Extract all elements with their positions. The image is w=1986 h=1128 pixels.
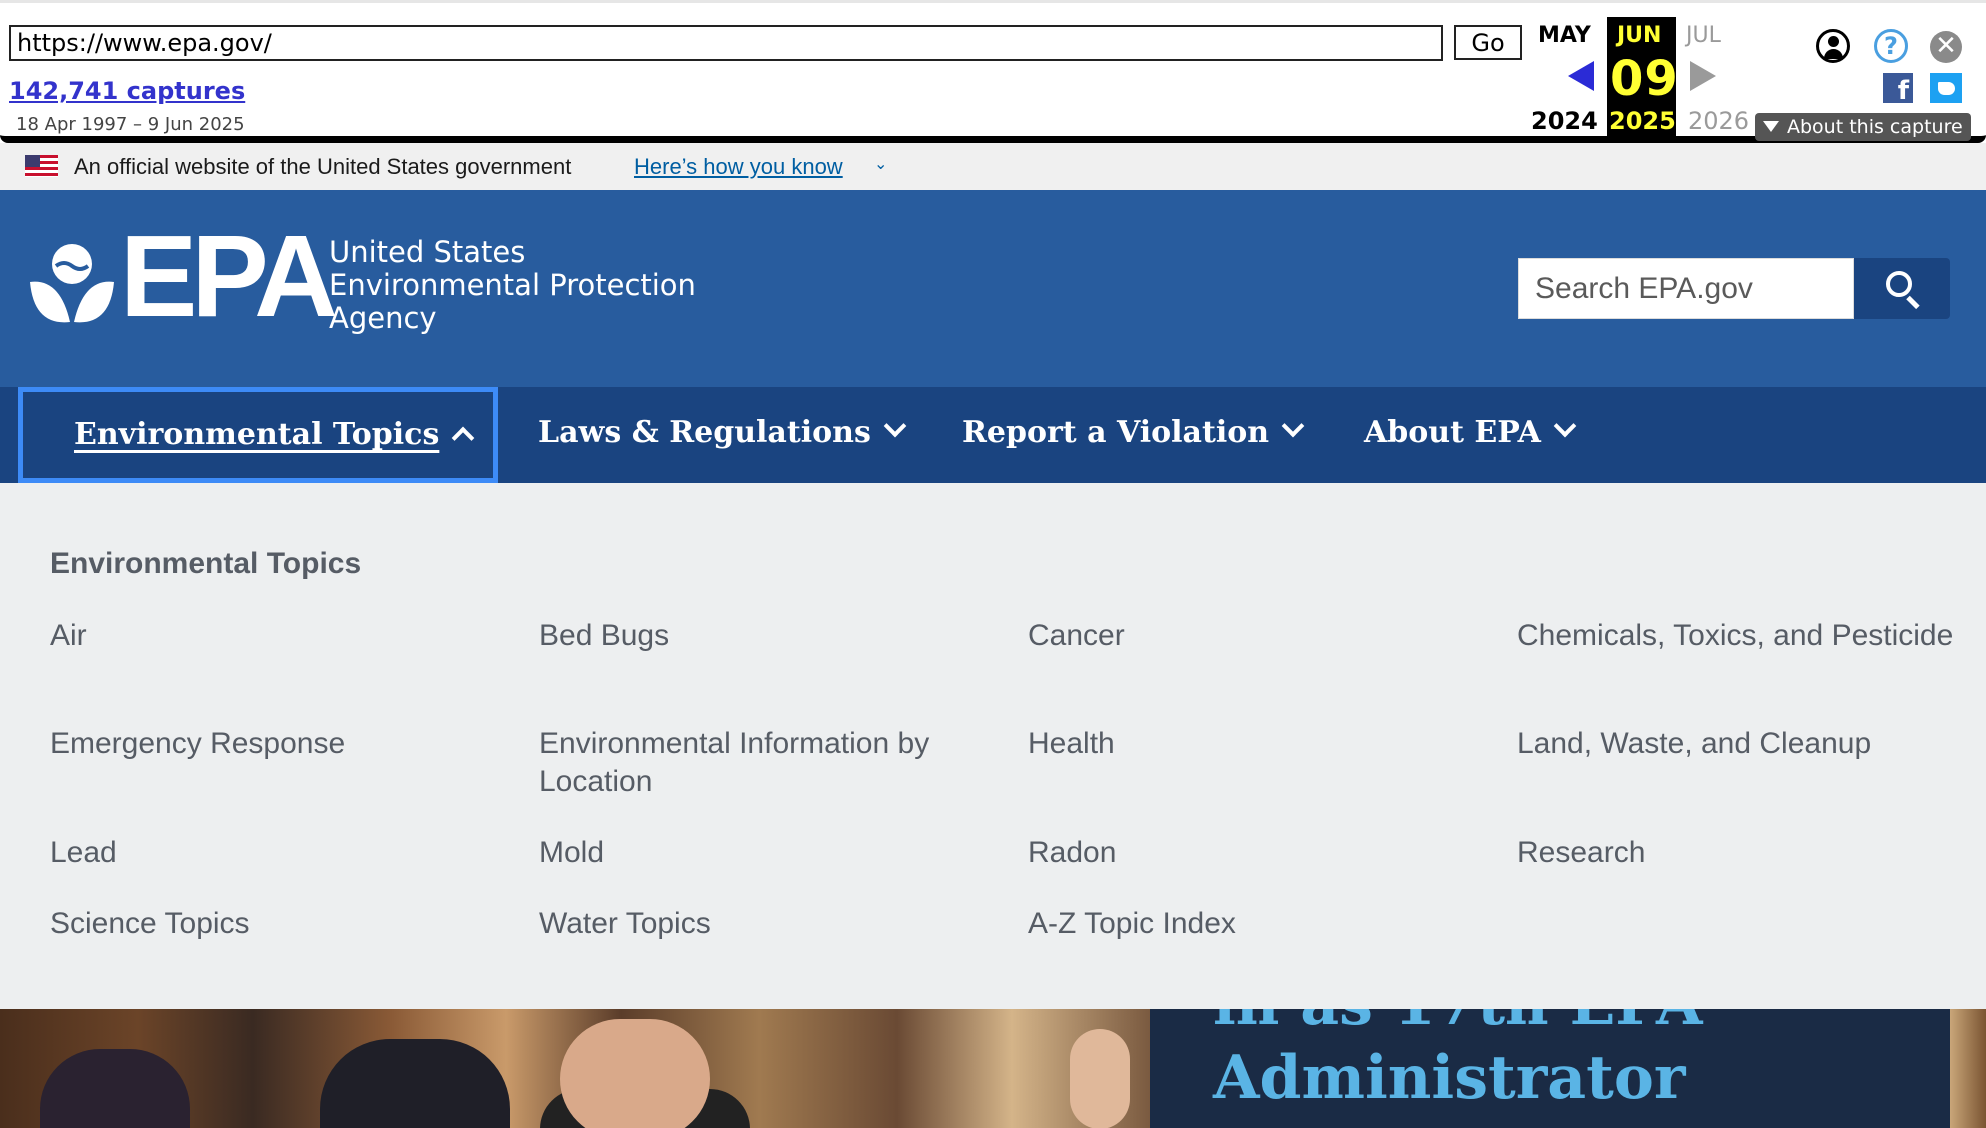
menu-link-a-z-index[interactable]: A-Z Topic Index xyxy=(1028,905,1468,943)
menu-link-health[interactable]: Health xyxy=(1028,725,1468,763)
agency-name[interactable]: United States Environmental Protection A… xyxy=(329,236,696,335)
wayback-next-month[interactable]: JUL xyxy=(1686,23,1721,48)
facebook-icon[interactable]: f xyxy=(1883,73,1913,103)
epa-logo-text[interactable]: EPA xyxy=(120,218,338,334)
search-input[interactable] xyxy=(1518,258,1854,319)
search-icon-handle xyxy=(1906,295,1920,310)
agency-name-line-3: Agency xyxy=(329,301,437,335)
nav-report-violation[interactable]: Report a Violation xyxy=(962,387,1305,483)
menu-title: Environmental Topics xyxy=(50,547,362,580)
wayback-date-range: 18 Apr 1997 – 9 Jun 2025 xyxy=(16,114,245,135)
close-icon[interactable]: ✕ xyxy=(1930,31,1962,63)
hero-photo-figure xyxy=(560,1019,710,1128)
hero-title[interactable]: in as 17th EPA Administrator xyxy=(1213,1009,1703,1115)
chevron-down-icon xyxy=(883,414,907,438)
nav-item-label: Environmental Topics xyxy=(74,417,440,452)
menu-link-land-waste-cleanup[interactable]: Land, Waste, and Cleanup xyxy=(1517,725,1957,763)
chevron-down-icon[interactable]: ⌄ xyxy=(874,154,887,174)
wayback-current-day: 09 xyxy=(1610,51,1679,107)
nav-item-label: About EPA xyxy=(1364,415,1541,450)
wayback-go-button[interactable]: Go xyxy=(1454,25,1522,60)
menu-link-science-topics[interactable]: Science Topics xyxy=(50,905,490,943)
menu-link-mold[interactable]: Mold xyxy=(539,834,979,872)
heres-how-you-know-link[interactable]: Here’s how you know xyxy=(634,154,843,180)
about-capture-button[interactable]: About this capture xyxy=(1755,113,1971,141)
hero-photo xyxy=(0,1009,1150,1128)
help-icon[interactable]: ? xyxy=(1874,29,1908,63)
wayback-captures-link[interactable]: 142,741 captures xyxy=(9,77,245,105)
environmental-topics-menu: Environmental Topics Air Bed Bugs Cancer… xyxy=(0,483,1986,1009)
chevron-up-icon xyxy=(452,426,475,450)
hero-title-line-1: in as 17th EPA xyxy=(1213,1009,1703,1041)
wayback-current-month: JUN xyxy=(1617,23,1662,48)
menu-link-chemicals[interactable]: Chemicals, Toxics, and Pesticide xyxy=(1517,617,1957,655)
hero-title-line-2: Administrator xyxy=(1213,1043,1686,1113)
menu-link-emergency-response[interactable]: Emergency Response xyxy=(50,725,490,763)
wayback-prev-month[interactable]: MAY xyxy=(1538,23,1591,48)
triangle-down-icon xyxy=(1763,121,1779,132)
gov-banner-text: An official website of the United States… xyxy=(74,154,572,179)
hero-photo-figure xyxy=(320,1039,510,1128)
chevron-down-icon xyxy=(1553,414,1577,438)
epa-flower-logo-icon[interactable] xyxy=(26,242,118,334)
menu-link-cancer[interactable]: Cancer xyxy=(1028,617,1468,655)
us-flag-icon xyxy=(25,155,58,177)
wayback-prev-arrow-icon[interactable] xyxy=(1568,61,1594,91)
agency-name-line-1: United States xyxy=(329,235,526,269)
menu-link-radon[interactable]: Radon xyxy=(1028,834,1468,872)
wayback-prev-year[interactable]: 2024 xyxy=(1531,107,1598,135)
menu-link-bed-bugs[interactable]: Bed Bugs xyxy=(539,617,979,655)
nav-environmental-topics[interactable]: Environmental Topics xyxy=(18,387,498,483)
about-capture-label: About this capture xyxy=(1787,116,1963,138)
nav-item-label: Laws & Regulations xyxy=(538,415,871,450)
menu-link-environmental-information[interactable]: Environmental Information by Location xyxy=(539,725,979,801)
wayback-next-arrow-icon[interactable] xyxy=(1690,61,1716,91)
menu-link-research[interactable]: Research xyxy=(1517,834,1957,872)
chevron-down-icon xyxy=(1281,414,1305,438)
twitter-icon[interactable] xyxy=(1930,73,1962,103)
wayback-toolbar: Go 142,741 captures 18 Apr 1997 – 9 Jun … xyxy=(0,0,1986,143)
nav-about-epa[interactable]: About EPA xyxy=(1364,387,1577,483)
site-header: EPA United States Environmental Protecti… xyxy=(0,190,1986,387)
wayback-next-year[interactable]: 2026 xyxy=(1688,107,1749,135)
main-nav: Environmental Topics Laws & Regulations … xyxy=(0,387,1986,483)
menu-link-air[interactable]: Air xyxy=(50,617,490,655)
wayback-url-input[interactable] xyxy=(9,25,1443,61)
nav-laws-regulations[interactable]: Laws & Regulations xyxy=(538,387,907,483)
hero-photo-figure xyxy=(1070,1029,1130,1128)
hero-photo-edge xyxy=(1950,1009,1986,1128)
hero-photo-figure xyxy=(40,1049,190,1128)
search-icon xyxy=(1886,271,1912,297)
hero-banner: in as 17th EPA Administrator xyxy=(0,1009,1986,1128)
wayback-current-year: 2025 xyxy=(1609,107,1676,135)
user-icon[interactable] xyxy=(1816,29,1850,63)
menu-link-water-topics[interactable]: Water Topics xyxy=(539,905,979,943)
menu-link-lead[interactable]: Lead xyxy=(50,834,490,872)
search-button[interactable] xyxy=(1854,258,1950,319)
agency-name-line-2: Environmental Protection xyxy=(329,268,696,302)
gov-banner: An official website of the United States… xyxy=(0,143,1986,190)
nav-item-label: Report a Violation xyxy=(962,415,1270,450)
